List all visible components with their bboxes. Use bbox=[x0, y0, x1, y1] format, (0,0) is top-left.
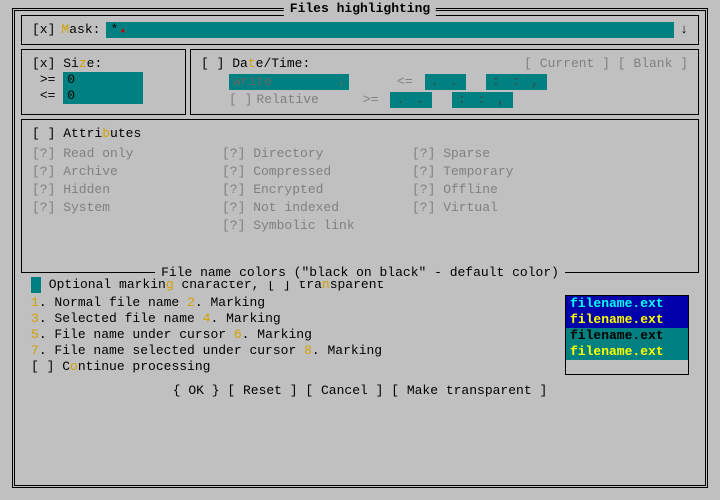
preview-selected: filename.ext bbox=[566, 312, 688, 328]
blank-button[interactable]: [ Blank ] bbox=[618, 56, 688, 71]
preview-normal: filename.ext bbox=[566, 296, 688, 312]
attribute-item[interactable]: [?] Archive bbox=[32, 164, 212, 180]
chevron-down-icon: ↓ bbox=[337, 74, 345, 90]
colors-section-title: File name colors ("black on black" - def… bbox=[155, 265, 565, 281]
ok-button[interactable]: { OK } bbox=[173, 383, 220, 398]
datetime-checkbox[interactable]: [ ] bbox=[201, 56, 224, 71]
continue-checkbox[interactable]: [ ] bbox=[31, 359, 54, 374]
caret-icon: ▴ bbox=[119, 23, 126, 39]
date-ge-input[interactable]: . . bbox=[390, 92, 431, 108]
datetime-type-dropdown[interactable]: write↓ bbox=[229, 74, 349, 90]
attributes-grid: [?] Read only [?] Directory [?] Sparse [?] … bbox=[32, 146, 688, 234]
color-row: 3. Selected file name 4. Marking bbox=[31, 311, 553, 327]
dialog-title: Files highlighting bbox=[284, 1, 436, 17]
attribute-item bbox=[412, 218, 562, 234]
time-le-input[interactable]: : : , bbox=[486, 74, 547, 90]
current-button[interactable]: [ Current ] bbox=[524, 56, 610, 71]
size-ge-input[interactable]: 0 bbox=[63, 72, 143, 88]
button-row: { OK } [ Reset ] [ Cancel ] [ Make trans… bbox=[21, 383, 699, 399]
attributes-label: Attributes bbox=[63, 126, 141, 141]
date-le-input[interactable]: . . bbox=[425, 74, 466, 90]
color-row: 1. Normal file name 2. Marking bbox=[31, 295, 553, 311]
mask-checkbox[interactable]: [x] bbox=[32, 22, 55, 38]
color-preview: filename.ext filename.ext filename.ext f… bbox=[565, 295, 689, 375]
mask-input[interactable]: * ▴ bbox=[106, 22, 674, 38]
attribute-item bbox=[32, 218, 212, 234]
attribute-item[interactable]: [?] Temporary bbox=[412, 164, 562, 180]
attribute-item[interactable]: [?] Hidden bbox=[32, 182, 212, 198]
preview-cursor: filename.ext bbox=[566, 328, 688, 344]
colors-section: Optional marking character, [ ] transpar… bbox=[21, 273, 699, 377]
cancel-button[interactable]: [ Cancel ] bbox=[305, 383, 383, 398]
make-transparent-button[interactable]: [ Make transparent ] bbox=[391, 383, 547, 398]
color-list: 1. Normal file name 2. Marking3. Selecte… bbox=[31, 295, 553, 375]
color-row: 7. File name selected under cursor 8. Ma… bbox=[31, 343, 553, 359]
preview-selected-cursor: filename.ext bbox=[566, 344, 688, 360]
attribute-item[interactable]: [?] Virtual bbox=[412, 200, 562, 216]
mask-row: [x] Mask: * ▴ ↓ bbox=[21, 15, 699, 45]
datetime-label: Date/Time: bbox=[232, 56, 310, 71]
attribute-item[interactable]: [?] Read only bbox=[32, 146, 212, 162]
attributes-box: [ ] Attributes [?] Read only [?] Director… bbox=[21, 119, 699, 273]
attributes-checkbox[interactable]: [ ] bbox=[32, 126, 55, 141]
size-checkbox[interactable]: [x] bbox=[32, 56, 55, 71]
attribute-item[interactable]: [?] System bbox=[32, 200, 212, 216]
size-box: [x] Size: >= 0 <= 0 bbox=[21, 49, 186, 115]
chevron-down-icon[interactable]: ↓ bbox=[680, 22, 688, 38]
attribute-item[interactable]: [?] Offline bbox=[412, 182, 562, 198]
dialog: Files highlighting [x] Mask: * ▴ ↓ [x] S… bbox=[12, 8, 708, 488]
mask-label: Mask: bbox=[61, 22, 100, 38]
attribute-item[interactable]: [?] Not indexed bbox=[222, 200, 402, 216]
attribute-item[interactable]: [?] Sparse bbox=[412, 146, 562, 162]
attribute-item[interactable]: [?] Directory bbox=[222, 146, 402, 162]
continue-processing-row: [ ] Continue processing bbox=[31, 359, 553, 375]
size-label: Size: bbox=[63, 56, 102, 71]
size-datetime-row: [x] Size: >= 0 <= 0 [ ] Date/Time: [ Cur… bbox=[21, 49, 699, 115]
color-row: 5. File name under cursor 6. Marking bbox=[31, 327, 553, 343]
relative-label: Relative bbox=[256, 92, 318, 108]
time-ge-input[interactable]: : : , bbox=[452, 92, 513, 108]
attribute-item[interactable]: [?] Encrypted bbox=[222, 182, 402, 198]
reset-button[interactable]: [ Reset ] bbox=[227, 383, 297, 398]
attribute-item[interactable]: [?] Symbolic link bbox=[222, 218, 402, 234]
relative-checkbox[interactable]: [ ] bbox=[229, 92, 252, 108]
marking-char-input[interactable] bbox=[31, 277, 41, 293]
datetime-box: [ ] Date/Time: [ Current ] [ Blank ] wri… bbox=[190, 49, 699, 115]
attribute-item[interactable]: [?] Compressed bbox=[222, 164, 402, 180]
size-le-input[interactable]: 0 bbox=[63, 88, 143, 104]
